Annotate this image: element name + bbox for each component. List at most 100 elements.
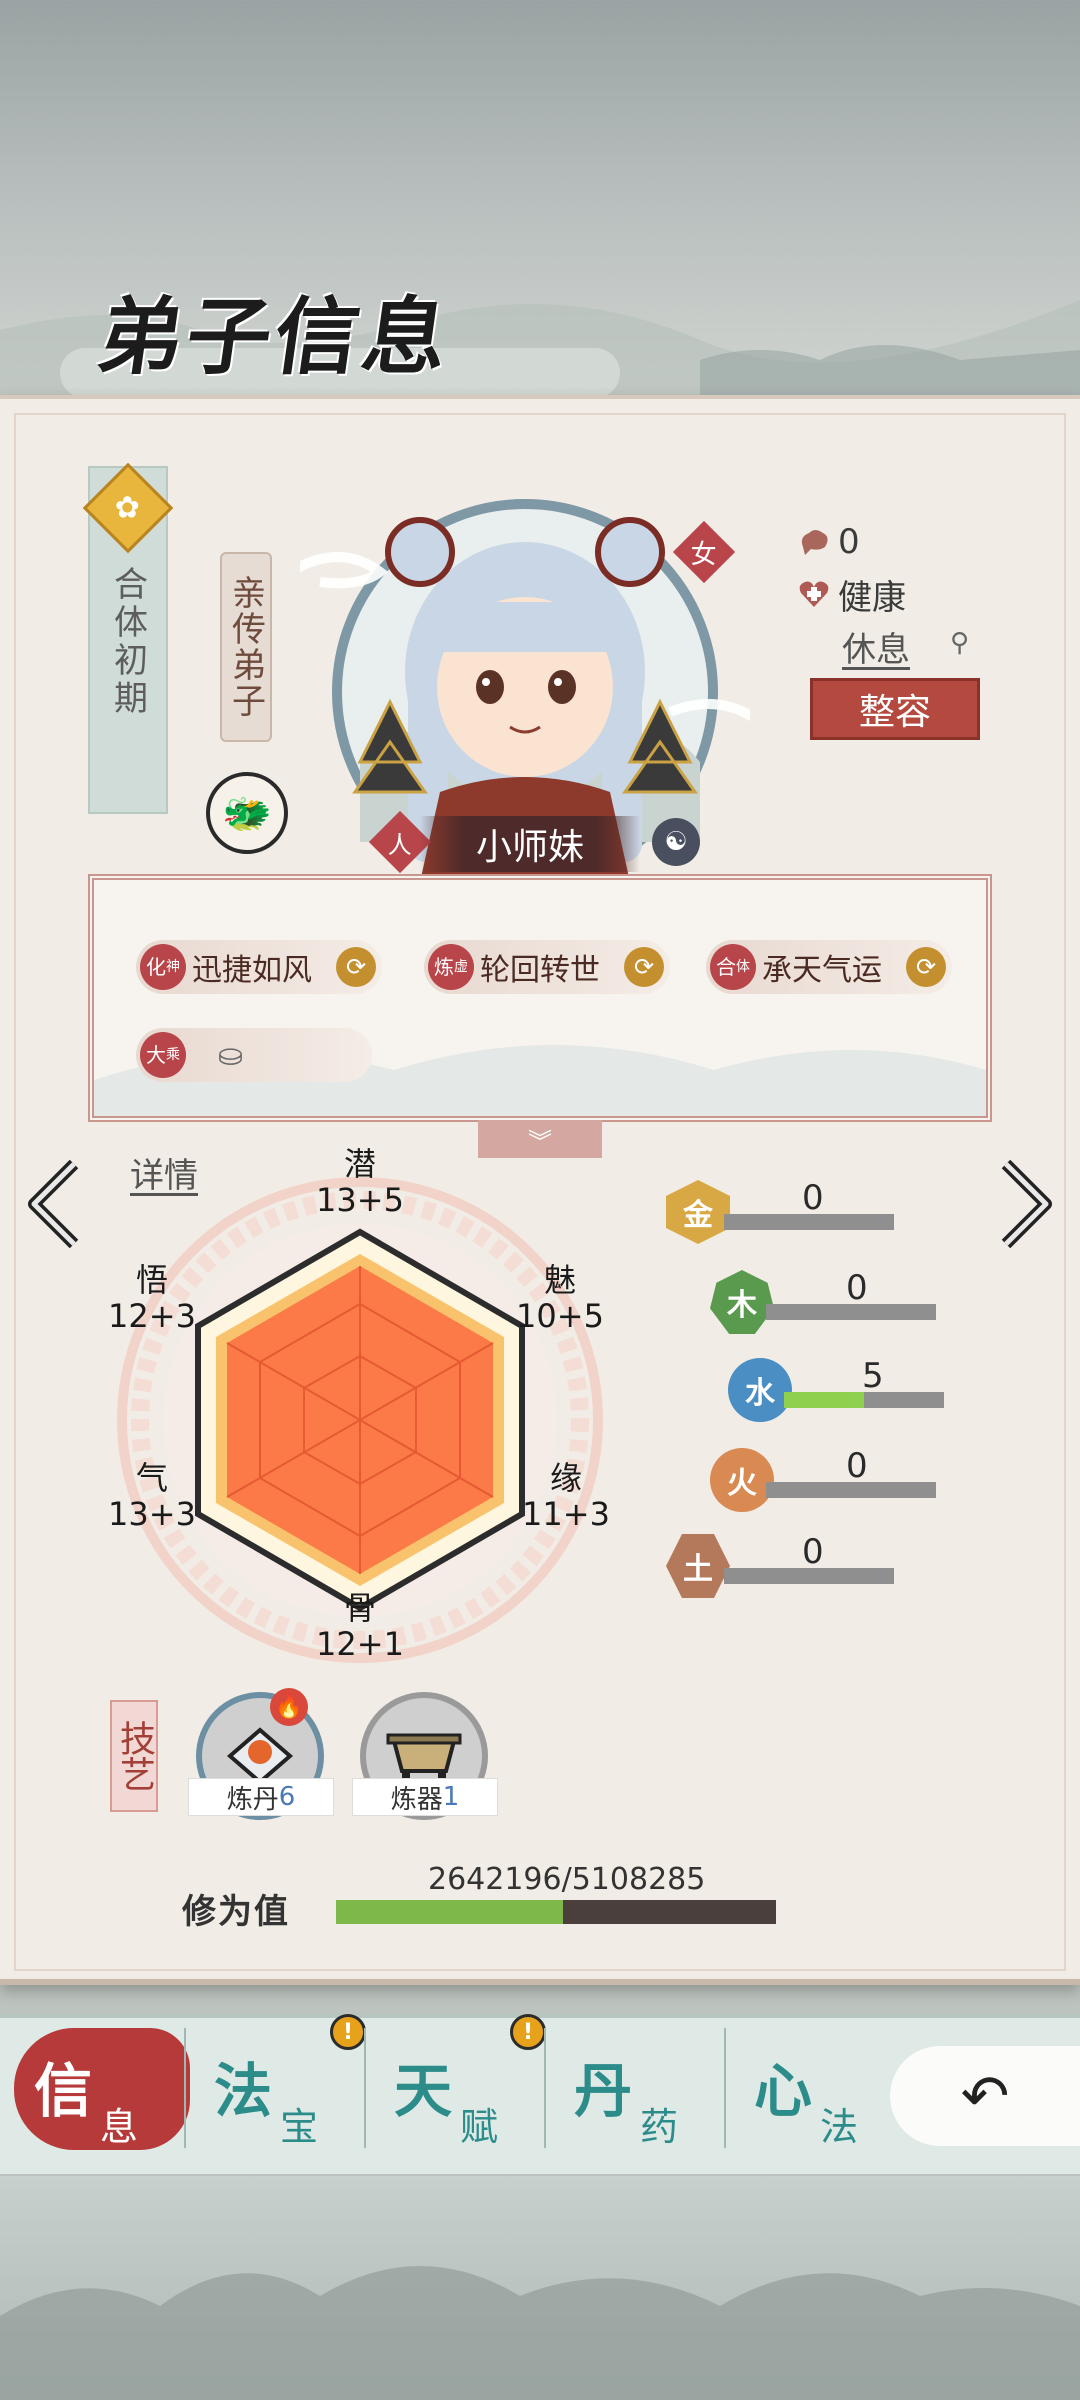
makeover-button[interactable]: 整容 (810, 678, 980, 740)
traits-box: 化神 迅捷如风 ⟳ 炼虚 轮回转世 ⟳ 合体 承天气运 ⟳ 大乘 ⛀ (88, 874, 992, 1122)
trait-level-badge: 炼虚 (428, 944, 474, 990)
fire-element-icon: 火 (710, 1448, 774, 1512)
attr-label: 骨 (343, 1589, 376, 1627)
attr-label: 气 (135, 1459, 168, 1497)
bottom-scenery (0, 2176, 1080, 2400)
cultivation-value: 2642196/5108285 (428, 1862, 706, 1897)
trait-level-badge: 化神 (140, 944, 186, 990)
health-heart-icon (796, 576, 832, 612)
attr-yuan: 缘 11+3 (506, 1460, 626, 1532)
mood-value: 0 (838, 522, 860, 562)
tab-talent[interactable]: 天 赋 ! (360, 2014, 546, 2164)
tab-treasure[interactable]: 法 宝 ! (180, 2014, 366, 2164)
attr-value: 10+5 (516, 1297, 604, 1335)
element-row: 金 0 (666, 1178, 986, 1250)
element-value: 0 (802, 1532, 824, 1572)
attr-value: 12+3 (108, 1297, 196, 1335)
trait-name: 承天气运 (762, 953, 882, 988)
tab-sublabel: 宝 (280, 2105, 319, 2149)
skill-alchemy[interactable]: 🔥 炼丹 6 (188, 1688, 334, 1822)
health-status: 健康 (838, 577, 906, 618)
page-title: 弟子信息 (92, 287, 459, 386)
previous-disciple-arrow-icon[interactable] (24, 1158, 84, 1250)
trait-chip[interactable]: 合体 承天气运 ⟳ (706, 940, 952, 994)
mountain-silhouette (0, 2266, 1080, 2400)
element-value: 0 (802, 1178, 824, 1218)
five-elements-panel: 金 0 木 0 水 5 火 0 土 0 (662, 1166, 1002, 1616)
attribute-radar: 潜 13+5 魅 10+5 缘 11+3 骨 12+1 气 13+3 悟 12+… (92, 1146, 632, 1670)
tab-info[interactable]: 信 息 (0, 2014, 180, 2164)
realm-banner: ✿ 合体初期 (82, 462, 174, 814)
element-value: 0 (846, 1446, 868, 1486)
refresh-icon[interactable]: ⟳ (906, 947, 946, 987)
trait-name: 轮回转世 (480, 953, 600, 988)
attr-value: 12+1 (316, 1625, 404, 1663)
tab-sublabel: 息 (100, 2105, 139, 2149)
mood-row: 0 (796, 516, 996, 568)
tab-label: 信 (34, 2057, 93, 2125)
spirit-root-icon[interactable]: ☯ (652, 818, 700, 866)
next-disciple-arrow-icon[interactable] (996, 1158, 1056, 1250)
realm-emblem-icon: ✿ (82, 462, 174, 554)
trait-name: 迅捷如风 (192, 953, 312, 988)
skill-artifact-crafting[interactable]: 炼器 1 (352, 1692, 498, 1822)
tab-label: 法 (214, 2057, 273, 2125)
skill-label: 炼器 1 (352, 1778, 498, 1816)
location-pin-icon[interactable]: ⚲ (950, 628, 969, 658)
activity-link[interactable]: 休息 (842, 622, 910, 671)
trait-level-badge: 合体 (710, 944, 756, 990)
tab-sublabel: 法 (820, 2105, 859, 2149)
element-row: 木 0 (710, 1268, 990, 1340)
attr-value: 13+3 (108, 1495, 196, 1533)
cultivation-progress-fill (336, 1900, 564, 1924)
attr-mei: 魅 10+5 (500, 1262, 620, 1334)
tab-label: 丹 (574, 2057, 633, 2125)
cultivation-progress-bar (336, 1900, 776, 1924)
wood-element-icon: 木 (710, 1270, 774, 1334)
element-value: 5 (862, 1356, 884, 1396)
trait-chip[interactable]: 炼虚 轮回转世 ⟳ (424, 940, 670, 994)
mood-icon (796, 524, 832, 560)
fire-icon: 🔥 (270, 1688, 308, 1726)
attr-label: 悟 (135, 1261, 168, 1299)
element-value: 0 (846, 1268, 868, 1308)
status-panel: 0 健康 (796, 516, 996, 620)
tab-label: 心 (754, 2057, 813, 2125)
skill-label: 炼丹 6 (188, 1778, 334, 1816)
attr-label: 缘 (549, 1459, 582, 1497)
tab-sublabel: 赋 (460, 2105, 499, 2149)
tab-pills[interactable]: 丹 药 (540, 2014, 720, 2164)
health-row: 健康 (796, 568, 996, 620)
attr-gu: 骨 12+1 (300, 1590, 420, 1662)
trait-level-badge: 大乘 (140, 1032, 186, 1078)
back-arrow-icon: ↶ (960, 2062, 1010, 2130)
refresh-icon[interactable]: ⟳ (624, 947, 664, 987)
attr-label: 魅 (543, 1261, 576, 1299)
realm-text: 合体初期 (107, 566, 148, 718)
earth-element-icon: 土 (666, 1534, 730, 1598)
attr-label: 潜 (343, 1145, 376, 1183)
disciple-rank: 亲传弟子 (220, 552, 272, 742)
skills-tag: 技艺 (110, 1700, 158, 1812)
tab-label: 天 (394, 2057, 453, 2125)
pet-beast-icon[interactable]: 🐲 (206, 772, 288, 854)
refresh-icon[interactable]: ⟳ (336, 947, 376, 987)
metal-element-icon: 金 (666, 1180, 730, 1244)
element-row: 火 0 (710, 1446, 990, 1518)
disciple-name: 小师妹 (420, 816, 640, 872)
tab-technique[interactable]: 心 法 (720, 2014, 900, 2164)
attr-value: 13+5 (316, 1181, 404, 1219)
trait-chip[interactable]: 化神 迅捷如风 ⟳ (136, 940, 382, 994)
back-button[interactable]: ↶ (890, 2046, 1080, 2146)
attr-qi: 气 13+3 (92, 1460, 212, 1532)
attr-value: 11+3 (522, 1495, 610, 1533)
water-element-icon: 水 (728, 1358, 792, 1422)
tab-sublabel: 药 (640, 2105, 679, 2149)
element-row: 水 5 (728, 1356, 1008, 1428)
element-row: 土 0 (666, 1532, 986, 1604)
cultivation-label: 修为值 (182, 1892, 290, 1932)
attr-qian: 潜 13+5 (300, 1146, 420, 1218)
locked-token-icon: ⛀ (218, 1037, 244, 1073)
trait-chip-locked[interactable]: 大乘 ⛀ (136, 1028, 372, 1082)
element-bar-fill (784, 1392, 864, 1408)
